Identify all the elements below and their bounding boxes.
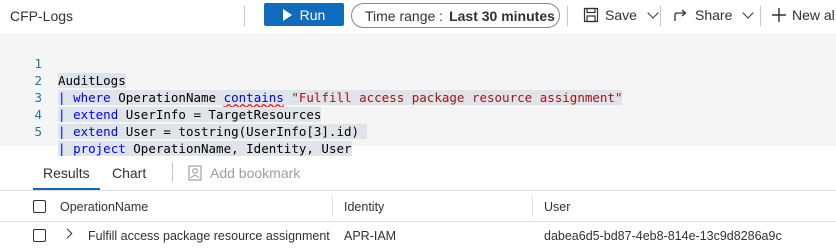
- add-bookmark-button[interactable]: Add bookmark: [188, 165, 300, 181]
- bookmark-icon: [188, 165, 202, 181]
- column-header[interactable]: Identity: [344, 200, 384, 214]
- divider: [660, 6, 661, 26]
- select-all-checkbox[interactable]: [33, 200, 46, 213]
- divider: [567, 6, 568, 26]
- query-editor[interactable]: 1 AuditLogs 2 | where OperationName cont…: [0, 33, 836, 156]
- time-range-value: Last 30 minutes: [449, 7, 555, 24]
- new-alert-label: New al: [792, 7, 835, 23]
- code-line: 1 AuditLogs: [0, 38, 836, 88]
- code-line: 4 | extend User = tostring(UserInfo[3].i…: [0, 89, 836, 139]
- code-line: 3 | extend UserInfo = TargetResources: [0, 72, 836, 122]
- time-range-button[interactable]: Time range : Last 30 minutes: [351, 3, 560, 28]
- column-header[interactable]: User: [544, 200, 570, 214]
- table-row[interactable]: Fulfill access package resource assignme…: [0, 222, 836, 248]
- cell-identity: APR-IAM: [344, 229, 397, 243]
- results-tab-bar: Results Chart Add bookmark: [0, 158, 836, 190]
- share-button[interactable]: Share: [673, 7, 755, 23]
- column-header[interactable]: OperationName: [60, 200, 148, 214]
- plus-icon: [772, 8, 786, 22]
- divider: [244, 6, 245, 26]
- share-icon: [674, 9, 687, 21]
- query-tab-title[interactable]: CFP-Logs: [10, 8, 73, 24]
- tab-results[interactable]: Results: [33, 165, 100, 190]
- divider: [172, 162, 173, 182]
- line-number: 5: [34, 124, 42, 139]
- cell-operation-name: Fulfill access package resource assignme…: [88, 229, 330, 243]
- grid-header-row: OperationName Identity User: [0, 190, 836, 222]
- chevron-down-icon: [647, 7, 659, 19]
- column-divider[interactable]: [532, 197, 533, 217]
- save-button[interactable]: Save: [583, 7, 659, 23]
- chevron-right-icon[interactable]: [62, 228, 73, 239]
- chevron-down-icon: [742, 7, 755, 19]
- cell-user: dabea6d5-bd87-4eb8-814e-13c9d8286a9c: [544, 229, 782, 243]
- play-icon: [282, 8, 292, 21]
- new-alert-button[interactable]: New al: [772, 7, 835, 23]
- divider: [760, 6, 761, 26]
- row-checkbox[interactable]: [33, 229, 46, 242]
- column-divider[interactable]: [332, 197, 333, 217]
- run-label: Run: [299, 6, 326, 23]
- tab-chart[interactable]: Chart: [112, 165, 146, 181]
- add-bookmark-label: Add bookmark: [210, 165, 301, 181]
- time-range-label: Time range :: [365, 7, 444, 24]
- code-line: 2 | where OperationName contains "Fulfil…: [0, 55, 836, 105]
- query-toolbar: CFP-Logs Run Time range : Last 30 minute…: [0, 0, 836, 33]
- save-icon: [583, 7, 599, 23]
- code-text: | extend User = tostring(UserInfo[3].id): [58, 124, 367, 139]
- run-button[interactable]: Run: [264, 3, 344, 26]
- code-line: 5 | project OperationName, Identity, Use…: [0, 106, 836, 156]
- code-text: | project OperationName, Identity, User: [58, 141, 352, 156]
- save-label: Save: [605, 7, 637, 23]
- share-label: Share: [695, 7, 733, 23]
